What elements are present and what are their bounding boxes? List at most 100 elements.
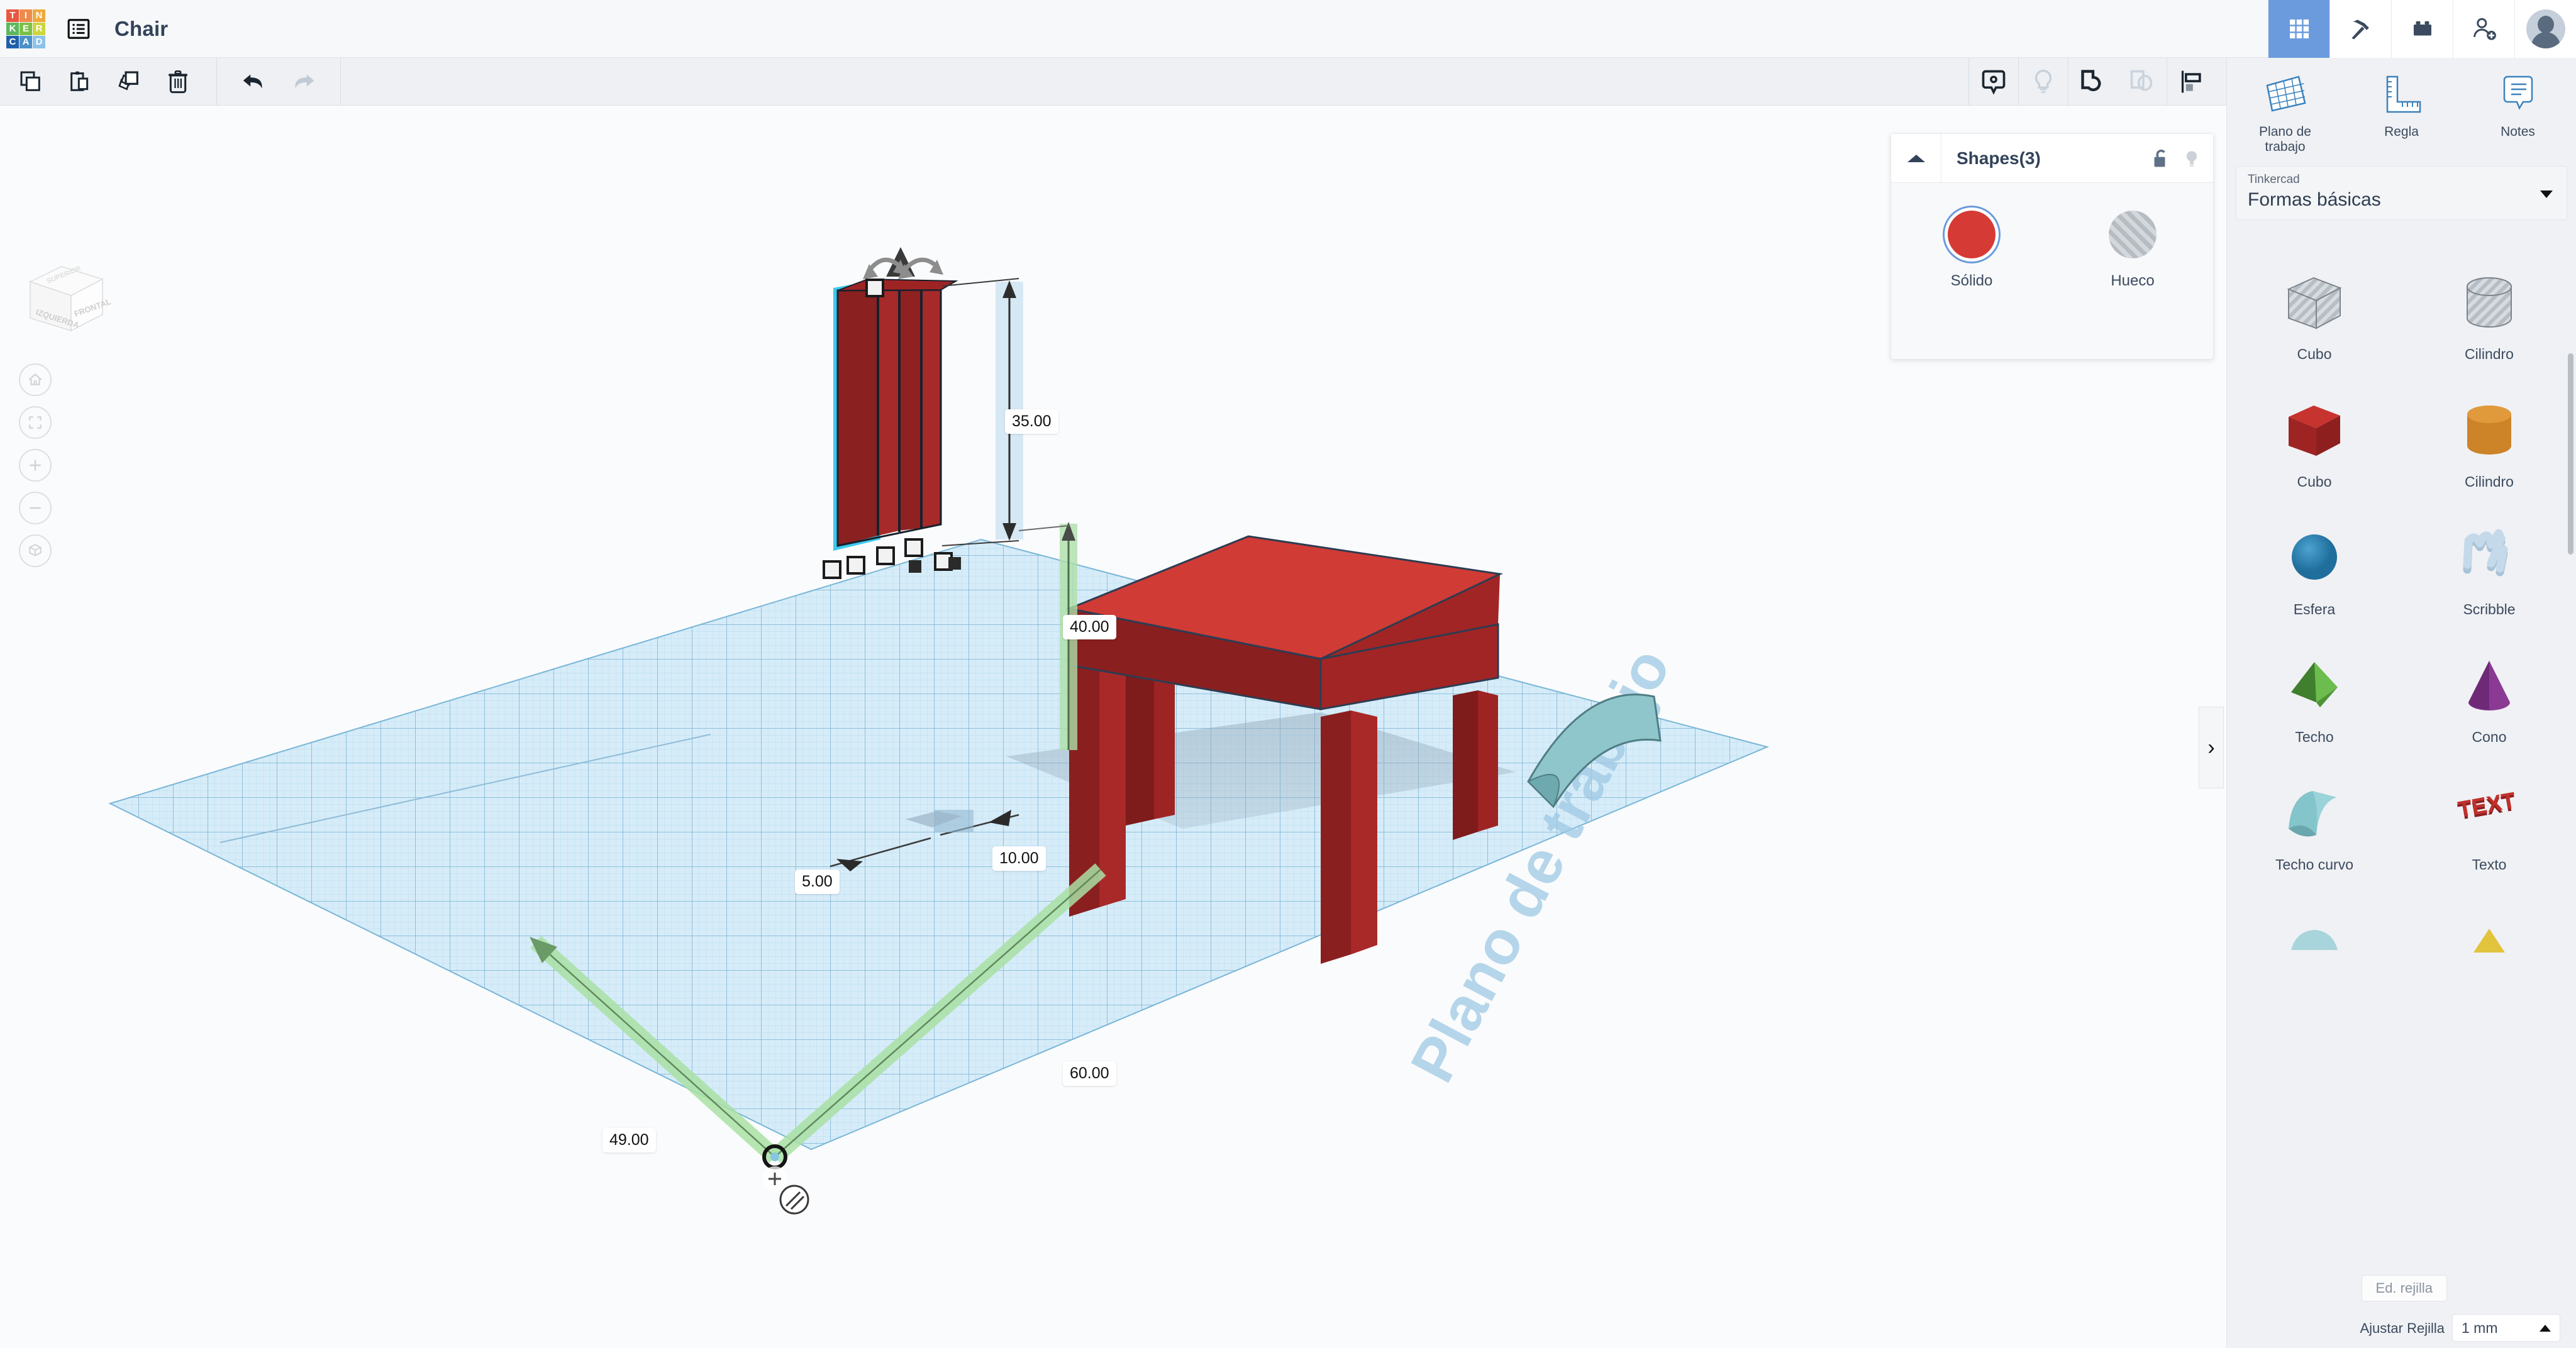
shape-techo[interactable]: Techo xyxy=(2227,641,2402,768)
header-minecraft-button[interactable] xyxy=(2329,0,2391,58)
shape-library-grid[interactable]: Cubo Cilindro Cubo Cilindro Esfera Scrib… xyxy=(2227,246,2576,1260)
shape-partial-right[interactable] xyxy=(2402,896,2576,1024)
note-button[interactable] xyxy=(1969,58,2018,106)
redo-icon xyxy=(295,74,314,89)
grid-edit-button[interactable]: Ed. rejilla xyxy=(2361,1275,2447,1301)
header-grid-button[interactable] xyxy=(2268,0,2329,58)
zoom-out-button[interactable] xyxy=(19,492,52,524)
dim-ruler-z[interactable]: 40.00 xyxy=(1063,615,1116,639)
sidebar-tools: Plano de trabajo Regla Notes xyxy=(2227,58,2576,160)
dim-ruler-y[interactable]: 60.00 xyxy=(1063,1061,1116,1086)
hollow-option[interactable]: Hueco xyxy=(2052,211,2213,290)
shape-techo-curvo[interactable]: Techo curvo xyxy=(2227,768,2402,896)
tinkercad-logo[interactable]: T I N K E R C A D xyxy=(6,9,45,48)
roof-thumb xyxy=(2277,651,2352,721)
lightbulb-icon xyxy=(2035,69,2052,93)
dim-width-small[interactable]: 5.00 xyxy=(795,870,840,894)
paste-button[interactable] xyxy=(55,58,104,106)
shape-esfera[interactable]: Esfera xyxy=(2227,513,2402,641)
dim-depth-small[interactable]: 10.00 xyxy=(992,846,1046,871)
cone-thumb xyxy=(2451,651,2527,721)
copy-button[interactable] xyxy=(6,58,55,106)
idea-button[interactable] xyxy=(2019,58,2068,106)
svg-text:TEXT: TEXT xyxy=(2456,787,2518,822)
resize-handle xyxy=(904,538,923,557)
unlock-icon[interactable] xyxy=(2150,148,2169,169)
home-view-button[interactable] xyxy=(19,363,52,396)
sidebar-scrollbar[interactable] xyxy=(2568,353,2573,555)
workplane-tool-label: Plano de trabajo xyxy=(2259,124,2311,155)
shape-label: Cubo xyxy=(2297,473,2332,490)
workplane-tool[interactable]: Plano de trabajo xyxy=(2227,72,2343,155)
shape-cilindro-orange[interactable]: Cilindro xyxy=(2402,385,2576,513)
ungroup-button[interactable] xyxy=(2118,58,2167,106)
delete-icon xyxy=(169,70,187,93)
cylinder-hollow-thumb xyxy=(2451,268,2527,338)
shape-partial-left[interactable] xyxy=(2227,896,2402,1024)
design-viewport[interactable]: Plano de trabajo IZQUIERDA FRONTAL SUPER… xyxy=(0,106,2226,1348)
selected-shape-group[interactable] xyxy=(823,247,1023,579)
shape-label: Cilindro xyxy=(2465,346,2514,362)
shape-cono[interactable]: Cono xyxy=(2402,641,2576,768)
perspective-toggle-button[interactable] xyxy=(19,534,52,567)
view-cube[interactable]: IZQUIERDA FRONTAL SUPERIOR xyxy=(18,257,113,338)
align-button[interactable] xyxy=(2167,58,2216,106)
shape-library-select[interactable]: Tinkercad Formas básicas xyxy=(2236,166,2567,221)
designs-list-button[interactable] xyxy=(59,9,98,48)
user-avatar-button[interactable] xyxy=(2514,0,2576,58)
toolbar-divider-2 xyxy=(340,57,341,106)
add-user-icon xyxy=(2473,18,2496,40)
notes-tool[interactable]: Notes xyxy=(2460,72,2576,155)
logo-tile-3: K xyxy=(6,22,19,35)
shape-texto[interactable]: TEXT TEXT Texto xyxy=(2402,768,2576,896)
shape-library-value: Formas básicas xyxy=(2248,189,2381,211)
ruler-tool[interactable]: Regla xyxy=(2343,72,2460,155)
snap-grid-value: 1 mm xyxy=(2462,1319,2498,1336)
workplane[interactable]: Plano de trabajo xyxy=(108,538,1770,1151)
redo-button[interactable] xyxy=(279,58,328,106)
avatar xyxy=(2526,9,2565,48)
shape-scribble[interactable]: Scribble xyxy=(2402,513,2576,641)
shape-cubo-hollow[interactable]: Cubo xyxy=(2227,258,2402,385)
duplicate-icon xyxy=(118,70,138,90)
fit-to-view-button[interactable] xyxy=(19,406,52,439)
delete-button[interactable] xyxy=(153,58,203,106)
rotate-handle xyxy=(948,557,961,570)
shapes-panel[interactable]: Shapes(3) Sólido Hueco xyxy=(1890,133,2214,360)
shapes-panel-collapse-button[interactable] xyxy=(1891,134,1941,182)
partial-thumb-right xyxy=(2451,906,2527,976)
cube-hollow-thumb xyxy=(2277,268,2352,338)
undo-button[interactable] xyxy=(230,58,279,106)
home-icon xyxy=(28,373,42,385)
caret-up-icon xyxy=(1907,154,1925,162)
sidebar-collapse-handle[interactable]: › xyxy=(2199,707,2224,788)
group-button[interactable] xyxy=(2068,58,2118,106)
list-icon xyxy=(67,18,90,39)
hollow-label: Hueco xyxy=(2111,272,2155,289)
resize-handle xyxy=(876,546,895,565)
duplicate-button[interactable] xyxy=(104,58,153,106)
solid-swatch xyxy=(1948,211,1996,258)
shape-cilindro-hollow[interactable]: Cilindro xyxy=(2402,258,2576,385)
fit-frame-icon xyxy=(29,416,42,429)
lightbulb-icon[interactable] xyxy=(2183,148,2201,169)
shape-label: Techo xyxy=(2295,729,2334,745)
copy-icon xyxy=(20,71,40,91)
shapes-panel-header: Shapes(3) xyxy=(1891,134,2213,183)
align-icon xyxy=(2181,70,2201,92)
shape-row: Techo curvo TEXT TEXT Texto xyxy=(2227,768,2576,896)
header-blocks-button[interactable] xyxy=(2391,0,2453,58)
header-invite-button[interactable] xyxy=(2453,0,2514,58)
solid-option[interactable]: Sólido xyxy=(1891,211,2052,290)
ruler-icon xyxy=(2386,75,2421,113)
zoom-in-button[interactable] xyxy=(19,449,52,482)
ungroup-icon xyxy=(2130,70,2153,91)
text-thumb: TEXT TEXT xyxy=(2451,778,2527,849)
shapes-panel-tools xyxy=(2150,134,2213,182)
shape-cubo-red[interactable]: Cubo xyxy=(2227,385,2402,513)
dim-height-selection[interactable]: 35.00 xyxy=(1005,409,1058,434)
resize-handle xyxy=(865,279,884,297)
dim-ruler-x[interactable]: 49.00 xyxy=(602,1128,656,1152)
snap-grid-select[interactable]: 1 mm xyxy=(2452,1314,2560,1342)
design-title[interactable]: Chair xyxy=(114,17,168,41)
